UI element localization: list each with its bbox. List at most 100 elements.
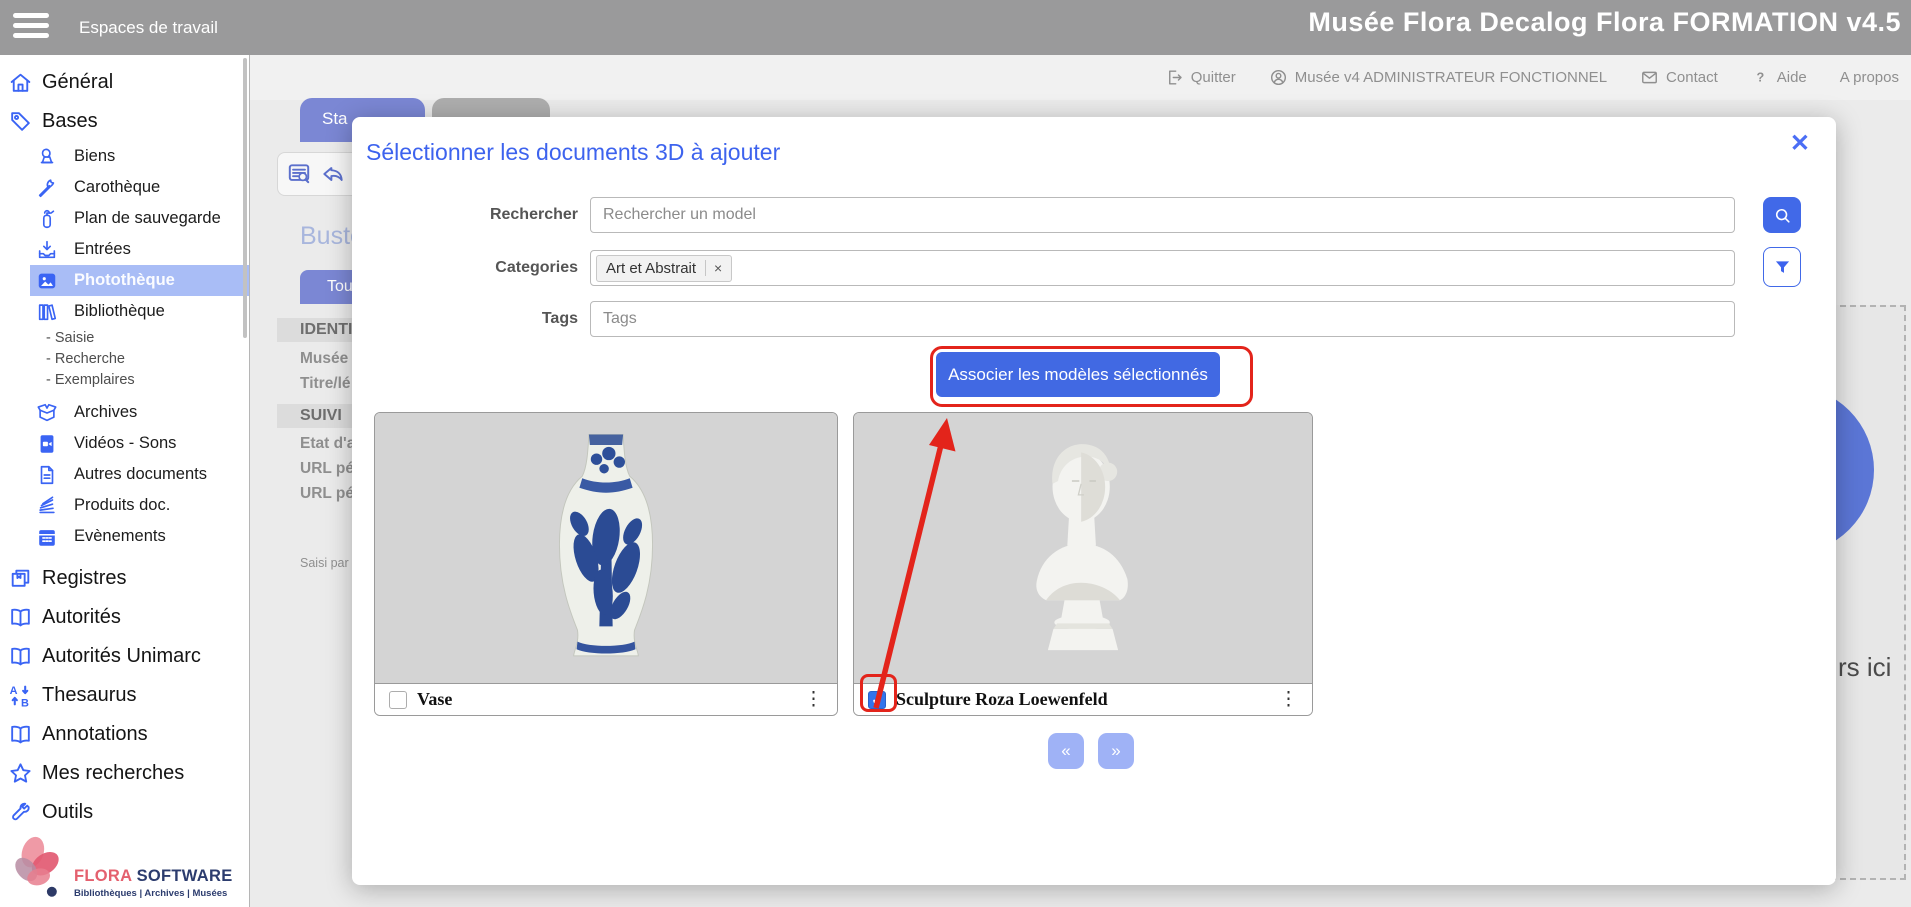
workspace-label[interactable]: Espaces de travail (79, 18, 218, 38)
document-icon (36, 464, 58, 486)
sidebar-item-plan-de-sauvegarde[interactable]: Plan de sauvegarde (30, 203, 249, 234)
kebab-menu-icon[interactable]: ⋮ (804, 690, 823, 709)
star-icon (8, 761, 33, 786)
model-card-sculpture[interactable]: ✓ Sculpture Roza Loewenfeld ⋮ (853, 412, 1313, 716)
sidebar-item-label: Général (42, 71, 113, 94)
extinguisher-icon (36, 208, 58, 230)
sidebar-item-archives[interactable]: Archives (30, 397, 249, 428)
select-3d-documents-modal: Sélectionner les documents 3D à ajouter … (352, 117, 1836, 885)
sidebar-item-mes-recherches[interactable]: Mes recherches (0, 754, 249, 793)
sidebar-item-saisie[interactable]: - Saisie (0, 327, 249, 348)
search-label: Rechercher (358, 206, 578, 224)
sidebar: Général BasesBiensCarothèque Plan de sauve… (0, 55, 250, 907)
field-label-titre: Titre/lé (300, 375, 351, 393)
bust-3d-preview (854, 413, 1312, 684)
section-suivi: SUIVI (277, 404, 353, 428)
sidebar-item-label: Bibliothèque (74, 302, 165, 321)
card-title: Vase (417, 689, 452, 710)
hamburger-menu-icon[interactable] (13, 13, 49, 43)
app-title: Musée Flora Decalog Flora FORMATION v4.5 (1308, 7, 1901, 38)
sidebar-item-general[interactable]: Général (0, 63, 249, 102)
pagination-next-button[interactable]: » (1098, 733, 1134, 769)
sidebar-item-videos-sons[interactable]: Vidéos - Sons (30, 428, 249, 459)
sidebar-item-biens[interactable]: Biens (30, 141, 249, 172)
wrench-icon (8, 800, 33, 825)
sidebar-item-label: Vidéos - Sons (74, 434, 176, 453)
sidebar-nav: Général BasesBiensCarothèque Plan de sauve… (0, 55, 249, 832)
sidebar-item-label: Photothèque (74, 271, 175, 290)
open-book-icon (8, 722, 33, 747)
sidebar-item-registres[interactable]: Registres (0, 559, 249, 598)
sidebar-item-label: Autorités Unimarc (42, 645, 201, 668)
sidebar-item-carotheque[interactable]: Carothèque (30, 172, 249, 203)
stack-icon (36, 495, 58, 517)
sculpture-checkbox[interactable]: ✓ (868, 691, 886, 709)
sidebar-item-label: Outils (42, 801, 93, 824)
pagination-prev-button[interactable]: « (1048, 733, 1084, 769)
sidebar-item-evenements[interactable]: Evènements (30, 521, 249, 552)
sidebar-item-autres-documents[interactable]: Autres documents (30, 459, 249, 490)
tags-label: Tags (358, 310, 578, 328)
svg-text:B: B (21, 697, 29, 708)
categories-input[interactable]: Art et Abstrait × (590, 250, 1735, 286)
field-label-etat: Etat d'a (300, 435, 355, 453)
sidebar-item-bases[interactable]: Bases (0, 102, 249, 141)
flora-flower-logo-icon (8, 834, 66, 905)
vase-checkbox[interactable] (389, 691, 407, 709)
video-file-icon (36, 433, 58, 455)
model-card-vase[interactable]: Vase ⋮ (374, 412, 838, 716)
kebab-menu-icon[interactable]: ⋮ (1279, 690, 1298, 709)
sidebar-item-label: - Exemplaires (46, 372, 135, 388)
list-search-icon[interactable] (286, 161, 312, 187)
card-footer: Vase ⋮ (375, 684, 837, 715)
sidebar-item-label: Entrées (74, 240, 131, 259)
close-icon[interactable]: ✕ (1790, 129, 1810, 158)
sidebar-item-label: Registres (42, 567, 126, 590)
brand-tagline: Bibliothèques | Archives | Musées (74, 888, 233, 899)
saisi-par-label: Saisi par (300, 556, 349, 570)
sidebar-item-annotations[interactable]: Annotations (0, 715, 249, 754)
chip-remove-icon[interactable]: × (705, 260, 722, 276)
tags-input[interactable] (590, 301, 1735, 337)
sidebar-item-bibliotheque[interactable]: Bibliothèque (30, 296, 249, 327)
svg-text:A: A (10, 685, 18, 697)
field-label-musee: Musée (300, 350, 348, 368)
search-button[interactable] (1763, 197, 1801, 233)
filter-button[interactable] (1763, 247, 1801, 287)
field-label-url2: URL pé (300, 485, 354, 503)
card-footer: ✓ Sculpture Roza Loewenfeld ⋮ (854, 684, 1312, 715)
search-input[interactable] (590, 197, 1735, 233)
field-label-url1: URL pé (300, 460, 354, 478)
back-arrow-icon[interactable] (320, 161, 346, 187)
sidebar-item-label: Autres documents (74, 465, 207, 484)
statue-icon (36, 146, 58, 168)
filter-icon (1772, 257, 1793, 278)
category-chip: Art et Abstrait × (596, 255, 732, 282)
sidebar-item-outils[interactable]: Outils (0, 793, 249, 832)
categories-label: Categories (358, 259, 578, 277)
vase-3d-preview (375, 413, 837, 684)
sidebar-item-label: - Saisie (46, 330, 94, 346)
inbox-arrow-icon (36, 239, 58, 261)
sidebar-item-produits-doc[interactable]: Produits doc. (30, 490, 249, 521)
sidebar-item-exemplaires[interactable]: - Exemplaires (0, 369, 249, 390)
sidebar-item-label: Plan de sauvegarde (74, 209, 221, 228)
sidebar-item-label: Archives (74, 403, 137, 422)
sidebar-item-recherche[interactable]: - Recherche (0, 348, 249, 369)
sidebar-item-thesaurus[interactable]: ABThesaurus (0, 676, 249, 715)
open-book-icon (8, 605, 33, 630)
sidebar-item-entrees[interactable]: Entrées (30, 234, 249, 265)
ab-sort-icon: AB (8, 683, 33, 708)
sidebar-item-autorites[interactable]: Autorités (0, 598, 249, 637)
carrot-icon (36, 177, 58, 199)
archive-box-icon (36, 402, 58, 424)
bust-illustration (972, 433, 1194, 664)
sidebar-item-autorites-unimarc[interactable]: Autorités Unimarc (0, 637, 249, 676)
section-identification: IDENTI (277, 318, 353, 342)
sidebar-item-phototheque[interactable]: Photothèque (30, 265, 249, 296)
vase-illustration (530, 425, 682, 672)
sidebar-scrollbar[interactable] (243, 58, 247, 338)
associate-models-button[interactable]: Associer les modèles sélectionnés (936, 352, 1220, 397)
books-icon (36, 301, 58, 323)
modal-title: Sélectionner les documents 3D à ajouter (366, 139, 780, 166)
